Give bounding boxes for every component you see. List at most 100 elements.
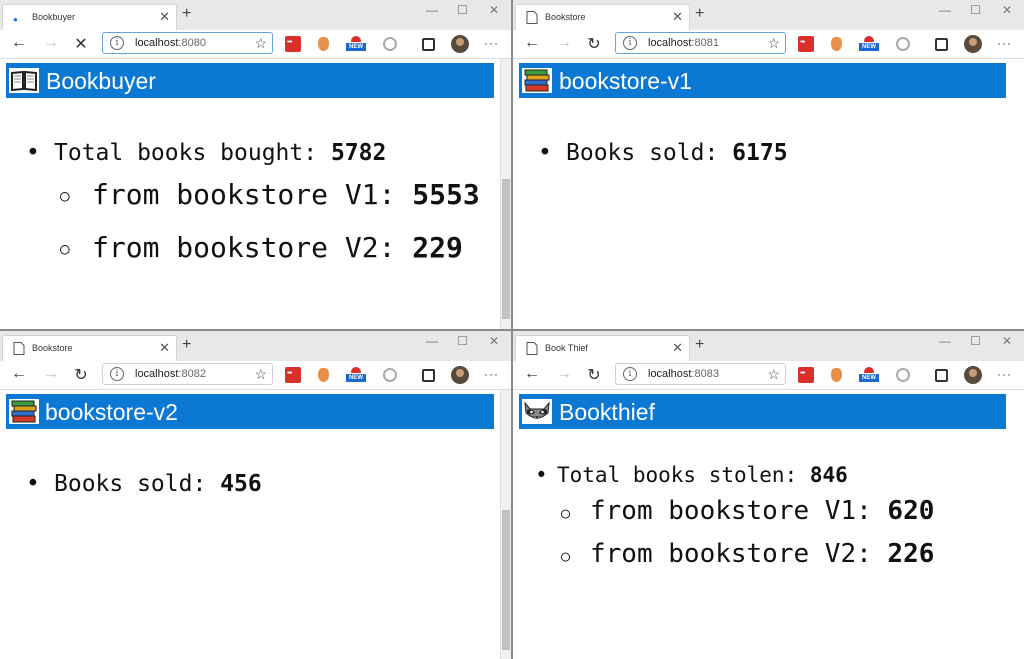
collections-icon[interactable]	[935, 369, 948, 382]
close-window-icon[interactable]: ✕	[489, 3, 499, 17]
new-tab-button[interactable]: +	[182, 5, 191, 23]
list-item-total: Total books bought: 5782	[54, 140, 386, 166]
tab-strip: ● Bookbuyer ✕ + — ☐ ✕	[0, 0, 511, 30]
settings-menu-icon[interactable]: ···	[997, 36, 1012, 50]
tab-title: Bookstore	[32, 343, 73, 353]
browser-tab[interactable]: Book Thief ✕	[515, 335, 690, 361]
favorite-star-icon[interactable]: ☆	[767, 366, 780, 383]
site-info-icon[interactable]: i	[110, 36, 124, 50]
address-bar[interactable]: i localhost:8080 ☆	[102, 32, 273, 54]
close-window-icon[interactable]: ✕	[1002, 3, 1012, 17]
refresh-icon[interactable]: ↻	[584, 34, 604, 54]
profile-avatar[interactable]	[451, 366, 469, 384]
collections-icon[interactable]	[935, 38, 948, 51]
close-window-icon[interactable]: ✕	[1002, 334, 1012, 348]
site-info-icon[interactable]: i	[110, 367, 124, 381]
tab-strip: Bookstore ✕ + — ☐ ✕	[0, 331, 511, 361]
new-tab-button[interactable]: +	[695, 336, 704, 354]
extension-lastpass-icon[interactable]	[798, 36, 814, 52]
page-title: Bookthief	[559, 399, 655, 425]
vertical-scrollbar[interactable]	[500, 390, 511, 659]
maximize-icon[interactable]: ☐	[970, 3, 981, 17]
profile-avatar[interactable]	[964, 35, 982, 53]
extension-new-icon[interactable]: NEW	[346, 36, 366, 52]
extension-lastpass-icon[interactable]	[798, 367, 814, 383]
back-arrow-icon[interactable]: ←	[522, 365, 542, 383]
extension-target-icon[interactable]	[383, 368, 397, 382]
extension-lastpass-icon[interactable]	[285, 367, 301, 383]
tab-close-icon[interactable]: ✕	[159, 9, 170, 25]
site-info-icon[interactable]: i	[623, 36, 637, 50]
refresh-icon[interactable]: ↻	[71, 365, 91, 385]
back-arrow-icon[interactable]: ←	[522, 34, 542, 52]
forward-arrow-icon[interactable]: →	[41, 365, 61, 383]
minimize-icon[interactable]: —	[426, 334, 438, 348]
forward-arrow-icon[interactable]: →	[554, 365, 574, 383]
extension-target-icon[interactable]	[896, 368, 910, 382]
list-item-total: Total books stolen: 846	[557, 463, 848, 487]
extension-new-icon[interactable]: NEW	[859, 36, 879, 52]
tab-strip: Book Thief ✕ + — ☐ ✕	[513, 331, 1024, 361]
maximize-icon[interactable]: ☐	[970, 334, 981, 348]
forward-arrow-icon[interactable]: →	[554, 34, 574, 52]
extension-fox-icon[interactable]	[318, 368, 329, 382]
list-item-value: 456	[220, 471, 262, 497]
close-window-icon[interactable]: ✕	[489, 334, 499, 348]
raccoon-icon	[522, 399, 552, 424]
extension-new-icon[interactable]: NEW	[859, 367, 879, 383]
tab-title: Bookstore	[545, 12, 586, 22]
address-bar[interactable]: i localhost:8083 ☆	[615, 363, 786, 385]
minimize-icon[interactable]: —	[939, 3, 951, 17]
navigation-bar: ← → ↻ i localhost:8083 ☆ NEW ···	[513, 361, 1024, 390]
settings-menu-icon[interactable]: ···	[997, 367, 1012, 381]
favorite-star-icon[interactable]: ☆	[767, 35, 780, 52]
tab-close-icon[interactable]: ✕	[672, 340, 683, 356]
forward-arrow-icon[interactable]: →	[41, 34, 61, 52]
maximize-icon[interactable]: ☐	[457, 334, 468, 348]
collections-icon[interactable]	[422, 38, 435, 51]
vertical-scrollbar[interactable]	[500, 59, 511, 329]
profile-avatar[interactable]	[964, 366, 982, 384]
settings-menu-icon[interactable]: ···	[484, 36, 499, 50]
list-item-label: Books sold:	[54, 471, 221, 497]
site-info-icon[interactable]: i	[623, 367, 637, 381]
browser-tab[interactable]: ● Bookbuyer ✕	[2, 4, 177, 30]
page-banner: Bookthief	[519, 394, 1006, 429]
list-item-value: 846	[809, 463, 848, 487]
list-item-books-sold: Books sold: 6175	[566, 140, 788, 166]
tab-close-icon[interactable]: ✕	[159, 340, 170, 356]
extension-fox-icon[interactable]	[831, 368, 842, 382]
browser-tab[interactable]: Bookstore ✕	[515, 4, 690, 30]
new-tab-button[interactable]: +	[182, 336, 191, 354]
stop-loading-icon[interactable]: ✕	[71, 34, 91, 54]
scrollbar-thumb[interactable]	[502, 179, 510, 319]
minimize-icon[interactable]: —	[426, 3, 438, 17]
extension-target-icon[interactable]	[896, 37, 910, 51]
refresh-icon[interactable]: ↻	[584, 365, 604, 385]
favorite-star-icon[interactable]: ☆	[254, 366, 267, 383]
minimize-icon[interactable]: —	[939, 334, 951, 348]
settings-menu-icon[interactable]: ···	[484, 367, 499, 381]
list-item-value: 620	[887, 496, 935, 526]
list-item-value: 6175	[732, 140, 788, 166]
back-arrow-icon[interactable]: ←	[9, 365, 29, 383]
collections-icon[interactable]	[422, 369, 435, 382]
new-tab-button[interactable]: +	[695, 5, 704, 23]
address-bar[interactable]: i localhost:8081 ☆	[615, 32, 786, 54]
extension-target-icon[interactable]	[383, 37, 397, 51]
extension-fox-icon[interactable]	[831, 37, 842, 51]
extension-lastpass-icon[interactable]	[285, 36, 301, 52]
address-bar[interactable]: i localhost:8082 ☆	[102, 363, 273, 385]
list-item-v1: from bookstore V1: 620	[590, 496, 934, 526]
browser-tab[interactable]: Bookstore ✕	[2, 335, 177, 361]
bullet-icon	[26, 140, 40, 166]
extension-new-icon[interactable]: NEW	[346, 367, 366, 383]
browser-window-bookbuyer: ● Bookbuyer ✕ + — ☐ ✕ ← → ✕ i localhost:…	[0, 0, 511, 329]
extension-fox-icon[interactable]	[318, 37, 329, 51]
profile-avatar[interactable]	[451, 35, 469, 53]
scrollbar-thumb[interactable]	[502, 510, 510, 650]
back-arrow-icon[interactable]: ←	[9, 34, 29, 52]
tab-close-icon[interactable]: ✕	[672, 9, 683, 25]
favorite-star-icon[interactable]: ☆	[254, 35, 267, 52]
maximize-icon[interactable]: ☐	[457, 3, 468, 17]
